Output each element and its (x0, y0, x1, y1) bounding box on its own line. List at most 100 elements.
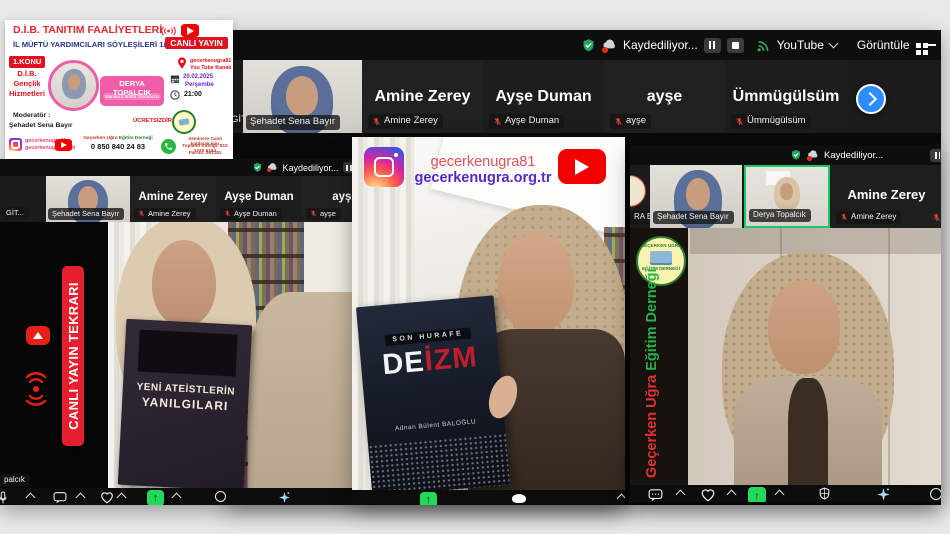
titlebar: Kaydediliyor... YouTube Görüntüle (225, 30, 941, 60)
pause-recording-button[interactable] (930, 149, 941, 162)
view-button[interactable]: Görüntüle (857, 38, 910, 52)
titlebar: Kaydediliyor... (630, 145, 941, 165)
recording-status: Kaydediliyor... (824, 150, 883, 161)
chevron-up-icon[interactable] (117, 493, 127, 503)
event-time: 21:00 (184, 91, 202, 99)
book-deizm: SON HURAFE DEİZM Adnan Bülent BALOĞLU (356, 295, 510, 490)
chat-icon[interactable] (648, 488, 663, 502)
ai-companion-icon[interactable] (876, 487, 891, 502)
youtube-icon (181, 24, 199, 37)
chevron-up-icon[interactable] (727, 490, 737, 500)
cloud-recording-icon (267, 162, 278, 173)
reactions-heart-icon[interactable] (100, 491, 114, 504)
share-screen-button[interactable]: ↑ (748, 487, 766, 502)
location-pin-icon (177, 57, 187, 69)
main-speaker-video: YENİ ATEİSTLERİN YANILGILARI (108, 222, 352, 488)
youtube-stream-label[interactable]: YouTube (777, 38, 824, 52)
participant-video[interactable]: Amine Zerey Amine Zerey (832, 165, 941, 228)
muted-mic-icon (932, 213, 941, 222)
participant-filmstrip: GİT_ Şehadet Sena Bayır Amine Zerey Amin… (225, 60, 941, 133)
participant-video[interactable]: Ayşe Duman Ayşe Duman (216, 176, 302, 222)
chevron-up-icon[interactable] (676, 490, 686, 500)
youtube-icon (55, 139, 72, 151)
muted-mic-icon (138, 210, 145, 217)
partial-logo-avatar (630, 175, 646, 207)
desktop-background: { "titlebar": { "recording": "Kaydediliy… (0, 0, 950, 534)
clock-icon (170, 90, 180, 100)
security-shield-icon (252, 162, 263, 173)
channel-handle: gecerkenugra81 (190, 58, 231, 64)
live-broadcast-icon (24, 371, 48, 407)
calendar-icon (170, 74, 180, 84)
reaction-icon[interactable] (512, 494, 526, 503)
channel-platform: You Tube Kanalı (190, 65, 231, 71)
participant-video[interactable]: ayşe ayşe (604, 60, 725, 133)
view-grid-icon[interactable] (916, 43, 921, 48)
youtube-icon (558, 149, 606, 184)
chevron-down-icon[interactable] (828, 39, 838, 49)
stop-recording-button[interactable] (727, 38, 744, 53)
chevron-up-icon[interactable] (172, 493, 182, 503)
participant-video[interactable]: Şehadet Sena Bayır (46, 176, 130, 222)
poster-subtitle: İL MÜFTÜ YARDIMCILARI SÖYLEŞİLERİ 1/10 (13, 41, 174, 50)
participant-video[interactable]: Ayşe Duman Ayşe Duman (483, 60, 604, 133)
chevron-up-icon[interactable] (775, 490, 785, 500)
mic-icon[interactable] (0, 491, 9, 505)
participant-video[interactable]: Şehadet Sena Bayır (243, 60, 362, 133)
moderator-name: Şehadet Sena Bayır (9, 122, 72, 130)
chevron-right-icon (862, 92, 876, 106)
pause-recording-button[interactable] (704, 38, 721, 53)
main-speaker-video: SON HURAFE DEİZM Adnan Bülent BALOĞLU ge… (352, 137, 625, 490)
security-shield-icon[interactable] (581, 38, 596, 53)
meeting-toolbar: ↑ (630, 485, 941, 502)
participant-video[interactable]: Şehadet Sena Bayır (650, 165, 742, 228)
event-day: Perşembe (185, 82, 214, 89)
muted-mic-icon (840, 213, 848, 221)
recording-status: Kaydediliyor... (623, 38, 698, 52)
chat-icon[interactable] (53, 491, 67, 504)
partial-participant-label: GİT... (2, 207, 29, 219)
instagram-icon (364, 147, 404, 187)
event-date: 20.02.2025 (183, 74, 213, 81)
join-info: Parola: 062181 (180, 150, 230, 155)
partial-name-label: palcık (0, 474, 30, 487)
participant-video-active[interactable]: Derya Topalcık (744, 165, 830, 228)
dernegi-logo (172, 110, 196, 134)
next-page-button[interactable] (856, 84, 886, 114)
ai-companion-icon[interactable] (278, 491, 291, 504)
moderator-label: Moderatör : (13, 112, 50, 120)
stream-website: gecerkenugra.org.tr (407, 170, 559, 186)
participant-video[interactable]: Amine Zerey Amine Zerey (362, 60, 483, 133)
org-vertical-text: Geçerken Uğra Eğitim Derneği (644, 292, 662, 478)
security-icon[interactable] (818, 487, 831, 501)
topic-badge: 1.KONU (9, 56, 45, 68)
chevron-up-icon[interactable] (617, 494, 625, 504)
recording-status: Kaydediliyor... (282, 163, 338, 173)
main-speaker-video: GEÇERKEN UĞRA EĞİTİM DERNEĞİ Geçerken Uğ… (630, 228, 941, 485)
meeting-toolbar: ↑ (352, 490, 625, 505)
chevron-up-icon[interactable] (26, 493, 36, 503)
security-shield-icon (790, 149, 802, 161)
stream-instagram-handle: gecerkenugra81 (407, 154, 559, 170)
minimize-button[interactable] (925, 44, 936, 46)
youtube-play-up-icon (26, 326, 50, 345)
chevron-up-icon[interactable] (76, 493, 86, 503)
participant-video[interactable]: Amine Zerey Amine Zerey (130, 176, 216, 222)
share-screen-button[interactable]: ↑ (420, 492, 437, 505)
participant-filmstrip: RA EĞİT... Şehadet Sena Bayır Derya Topa… (630, 165, 941, 228)
wardrobe-top (690, 228, 941, 254)
muted-mic-icon (372, 117, 381, 126)
record-icon[interactable] (215, 491, 226, 502)
muted-mic-icon (224, 210, 231, 217)
share-screen-button[interactable]: ↑ (147, 490, 164, 505)
partial-icon[interactable] (930, 488, 941, 500)
muted-mic-icon (614, 117, 623, 126)
reactions-heart-icon[interactable] (700, 488, 716, 502)
free-label: ÜCRETSİZDİR (133, 118, 172, 125)
muted-mic-icon (493, 117, 502, 126)
participant-video[interactable]: Ümmügülsüm Ümmügülsüm (725, 60, 847, 133)
topic-text: Gençlik (9, 80, 45, 89)
person-torso (248, 292, 352, 488)
event-poster: D.İ.B. TANITIM FAALİYETLERİ İL MÜFTÜ YAR… (5, 20, 233, 159)
poster-title: D.İ.B. TANITIM FAALİYETLERİ (13, 24, 162, 36)
